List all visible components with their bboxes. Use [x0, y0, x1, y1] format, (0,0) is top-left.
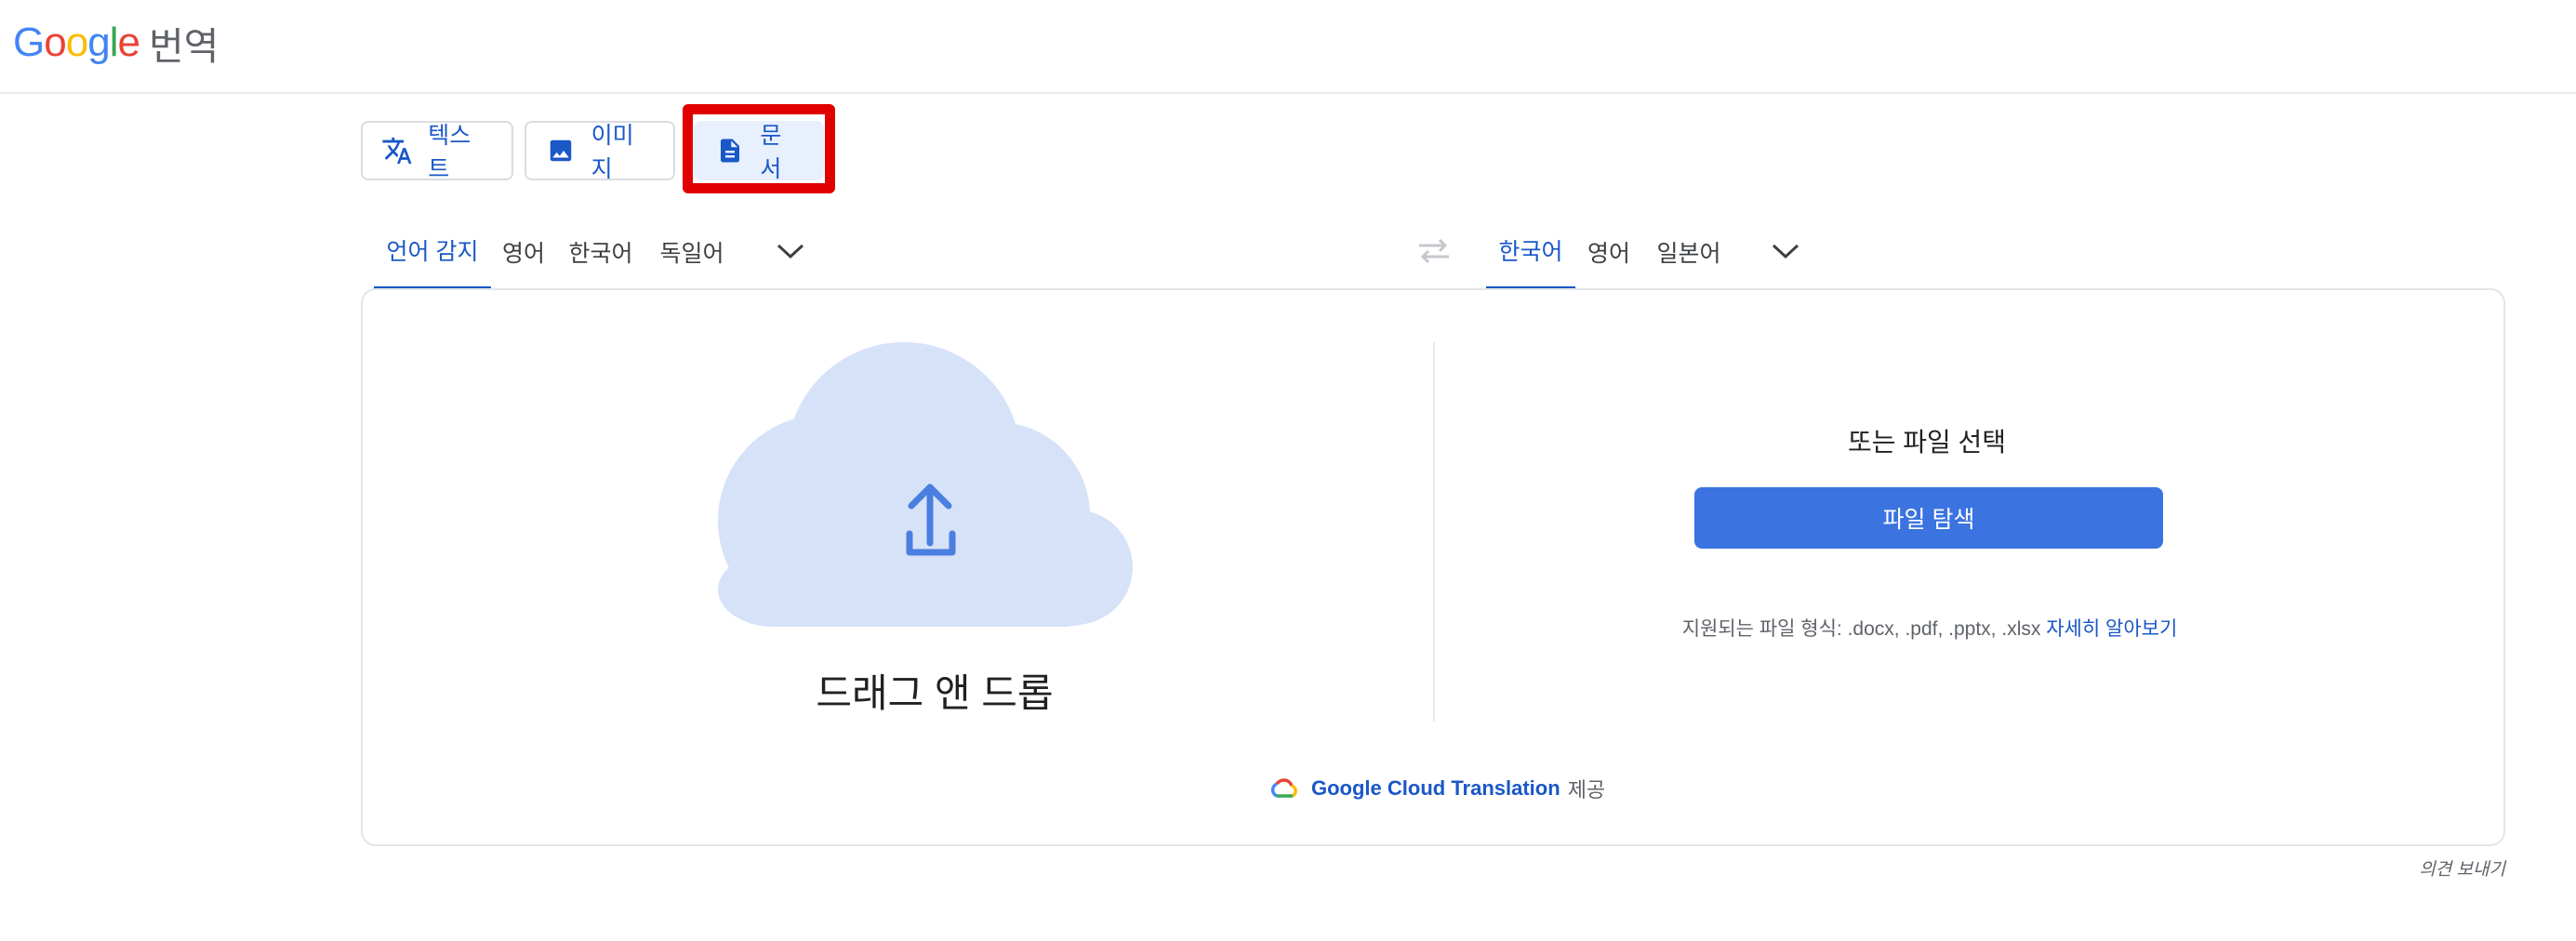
document-icon — [714, 134, 745, 167]
swap-arrows-icon — [1419, 238, 1449, 264]
or-select-file-title: 또는 파일 선택 — [1847, 428, 2007, 457]
browse-files-button[interactable]: 파일 탐색 — [1694, 487, 2163, 549]
product-name: 번역 — [148, 25, 219, 68]
panel-divider — [1433, 342, 1435, 722]
google-wordmark: Google — [13, 20, 140, 65]
app-header: Google 번역 — [0, 0, 2576, 94]
send-feedback-link[interactable]: 의견 보내기 — [2381, 855, 2505, 881]
image-icon — [545, 134, 577, 167]
source-lang-tab-korean[interactable]: 한국어 — [562, 214, 640, 290]
source-lang-tab-detect[interactable]: 언어 감지 — [374, 214, 491, 290]
document-mode-button[interactable]: 문서 — [694, 121, 824, 182]
source-more-languages-button[interactable] — [770, 231, 811, 272]
text-mode-label: 텍스트 — [428, 123, 471, 182]
powered-by-suffix: 제공 — [1567, 778, 1606, 802]
supported-formats-label: 지원되는 파일 형식: .docx, .pdf, .pptx, .xlsx — [1681, 618, 2041, 640]
powered-by: Google Cloud Translation 제공 — [1268, 772, 1605, 805]
learn-more-link[interactable]: 자세히 알아보기 — [2046, 618, 2177, 640]
supported-formats-text: 지원되는 파일 형식: .docx, .pdf, .pptx, .xlsx 자세… — [1581, 614, 2278, 642]
chevron-down-icon — [1772, 244, 1799, 259]
drag-drop-label: 드래그 앤 드롭 — [816, 671, 1054, 715]
target-lang-tab-english[interactable]: 영어 — [1579, 214, 1639, 290]
target-lang-tab-korean[interactable]: 한국어 — [1486, 214, 1575, 290]
source-lang-tab-german[interactable]: 독일어 — [651, 214, 733, 290]
translate-icon — [381, 134, 413, 167]
text-mode-button[interactable]: 텍스트 — [361, 121, 513, 182]
image-mode-label: 이미지 — [591, 123, 634, 182]
swap-languages-button[interactable] — [1414, 232, 1454, 270]
image-mode-button[interactable]: 이미지 — [524, 121, 675, 182]
drop-zone[interactable] — [699, 338, 1174, 629]
cloud-upload-icon — [718, 342, 1133, 627]
google-cloud-icon — [1270, 778, 1297, 798]
google-cloud-translation-link[interactable]: Google Cloud Translation — [1311, 776, 1560, 801]
google-translate-logo[interactable]: Google 번역 — [13, 17, 219, 69]
target-more-languages-button[interactable] — [1765, 231, 1806, 272]
chevron-down-icon — [777, 244, 804, 259]
target-lang-tab-japanese[interactable]: 일본어 — [1650, 214, 1728, 290]
document-mode-label: 문서 — [760, 123, 782, 182]
source-lang-tab-english[interactable]: 영어 — [495, 214, 552, 290]
